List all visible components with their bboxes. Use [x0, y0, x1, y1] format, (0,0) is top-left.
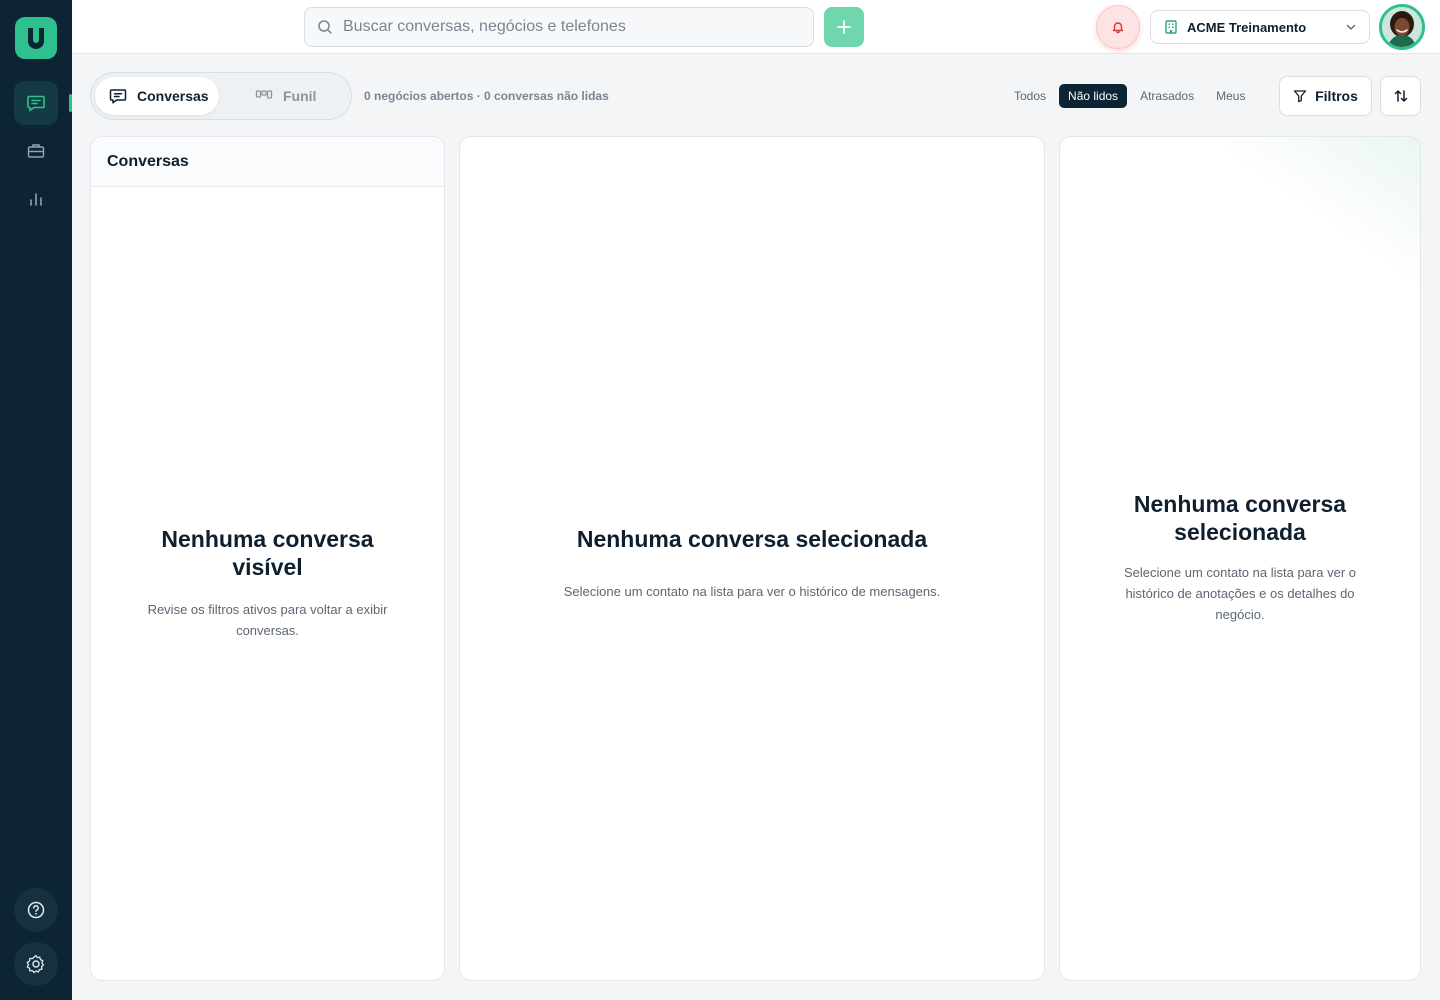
chat-icon	[109, 89, 127, 104]
filters-button-label: Filtros	[1315, 88, 1358, 104]
filters-button[interactable]: Filtros	[1279, 76, 1372, 116]
conversation-list-panel: Conversas Nenhuma conversa visível Revis…	[90, 136, 445, 981]
empty-state-title: Nenhuma conversa visível	[161, 526, 374, 580]
filter-chip-all[interactable]: Todos	[1005, 84, 1055, 108]
empty-state-subtitle: Selecione um contato na lista para ver o…	[563, 584, 941, 599]
empty-state-subtitle: Revise os filtros ativos para voltar a e…	[147, 602, 388, 638]
sidebar-item-conversations[interactable]	[14, 81, 72, 125]
gear-icon	[26, 954, 45, 974]
quick-filters: Todos Não lidos Atrasados Meus	[1005, 84, 1254, 108]
sort-arrows-icon	[1394, 90, 1407, 102]
bell-icon	[1112, 22, 1124, 34]
tab-conversations-label: Conversas	[137, 88, 209, 104]
empty-state: Nenhuma conversa selecionada Selecione u…	[460, 525, 1044, 602]
sidebar-item-reports[interactable]	[14, 177, 58, 221]
chat-icon	[27, 95, 45, 112]
empty-state-title: Nenhuma conversa selecionada	[1133, 491, 1347, 545]
help-button[interactable]	[14, 888, 58, 932]
notifications-button[interactable]	[1096, 5, 1140, 49]
app-logo[interactable]	[15, 17, 57, 59]
help-icon	[27, 901, 45, 919]
search-input[interactable]: Buscar conversas, negócios e telefones	[304, 7, 814, 47]
sort-button[interactable]	[1380, 76, 1421, 116]
top-bar: Buscar conversas, negócios e telefones A…	[72, 0, 1440, 54]
chat-panel: Nenhuma conversa selecionada Selecione u…	[459, 136, 1045, 981]
filter-chip-overdue[interactable]: Atrasados	[1131, 84, 1203, 108]
briefcase-icon	[27, 144, 45, 158]
logo-mark-icon	[28, 28, 44, 49]
empty-state-title: Nenhuma conversa selecionada	[576, 526, 928, 552]
organization-select[interactable]: ACME Treinamento	[1150, 10, 1370, 44]
bar-chart-icon	[30, 193, 42, 206]
tab-conversations[interactable]: Conversas	[95, 77, 219, 115]
kanban-icon	[255, 90, 273, 99]
plus-icon	[837, 20, 851, 34]
sidebar-bottom	[14, 888, 58, 986]
user-avatar[interactable]	[1379, 4, 1425, 50]
filter-chip-mine[interactable]: Meus	[1207, 84, 1254, 108]
organization-name: ACME Treinamento	[1187, 19, 1307, 35]
search-icon	[318, 20, 332, 34]
sidebar-item-deals[interactable]	[14, 129, 58, 173]
details-panel: Nenhuma conversa selecionada Selecione u…	[1059, 136, 1421, 981]
empty-state: Nenhuma conversa selecionada Selecione u…	[1060, 490, 1420, 625]
tab-funnel[interactable]: Funil	[219, 77, 316, 115]
building-icon	[1165, 20, 1177, 34]
add-button[interactable]	[824, 7, 864, 47]
panel-title: Conversas	[91, 137, 444, 187]
view-toggle: Conversas Funil	[90, 72, 352, 120]
settings-button[interactable]	[14, 942, 58, 986]
empty-state-subtitle: Selecione um contato na lista para ver o…	[1124, 565, 1356, 622]
sidebar	[0, 0, 72, 1000]
summary-text: 0 negócios abertos · 0 conversas não lid…	[364, 89, 609, 103]
filter-chip-unread[interactable]: Não lidos	[1059, 84, 1128, 108]
empty-state: Nenhuma conversa visível Revise os filtr…	[91, 525, 444, 641]
tab-funnel-label: Funil	[283, 88, 317, 104]
chevron-down-icon	[1346, 24, 1356, 30]
funnel-icon	[1293, 90, 1307, 103]
search-placeholder: Buscar conversas, negócios e telefones	[343, 18, 626, 35]
avatar-portrait-icon	[1382, 7, 1422, 47]
